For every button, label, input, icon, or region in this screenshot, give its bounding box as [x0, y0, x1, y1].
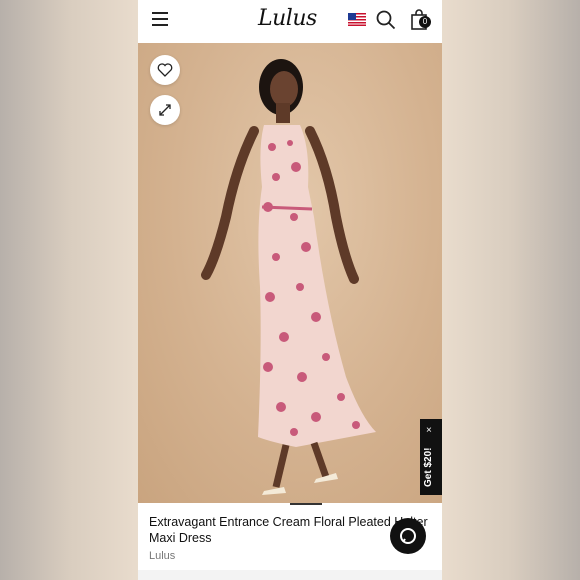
hamburger-menu-icon[interactable] — [152, 12, 168, 26]
product-title-line2: Maxi Dress — [149, 531, 212, 545]
mobile-viewport: Lulus 0 × Get $20! Extravagant Entrance … — [138, 0, 442, 580]
bottom-edge — [138, 570, 442, 580]
promo-label[interactable]: Get $20! — [423, 448, 434, 487]
product-title-line1: Extravagant Entrance Cream Floral Pleate… — [149, 515, 428, 529]
cart-count-badge: 0 — [419, 16, 431, 28]
expand-icon — [159, 104, 171, 116]
heart-icon — [157, 63, 173, 77]
search-icon[interactable] — [376, 10, 396, 30]
carousel-indicator — [290, 503, 322, 505]
us-flag-icon[interactable] — [348, 13, 366, 26]
promo-tab[interactable]: × Get $20! — [420, 419, 442, 495]
model-illustration — [201, 59, 376, 495]
product-brand[interactable]: Lulus — [149, 550, 439, 562]
promo-close-button[interactable]: × — [426, 425, 432, 436]
site-logo[interactable]: Lulus — [258, 6, 317, 31]
product-image[interactable]: × Get $20! — [138, 43, 442, 503]
chat-icon — [400, 528, 416, 544]
site-header: Lulus 0 — [138, 0, 442, 44]
chat-button[interactable] — [390, 518, 426, 554]
